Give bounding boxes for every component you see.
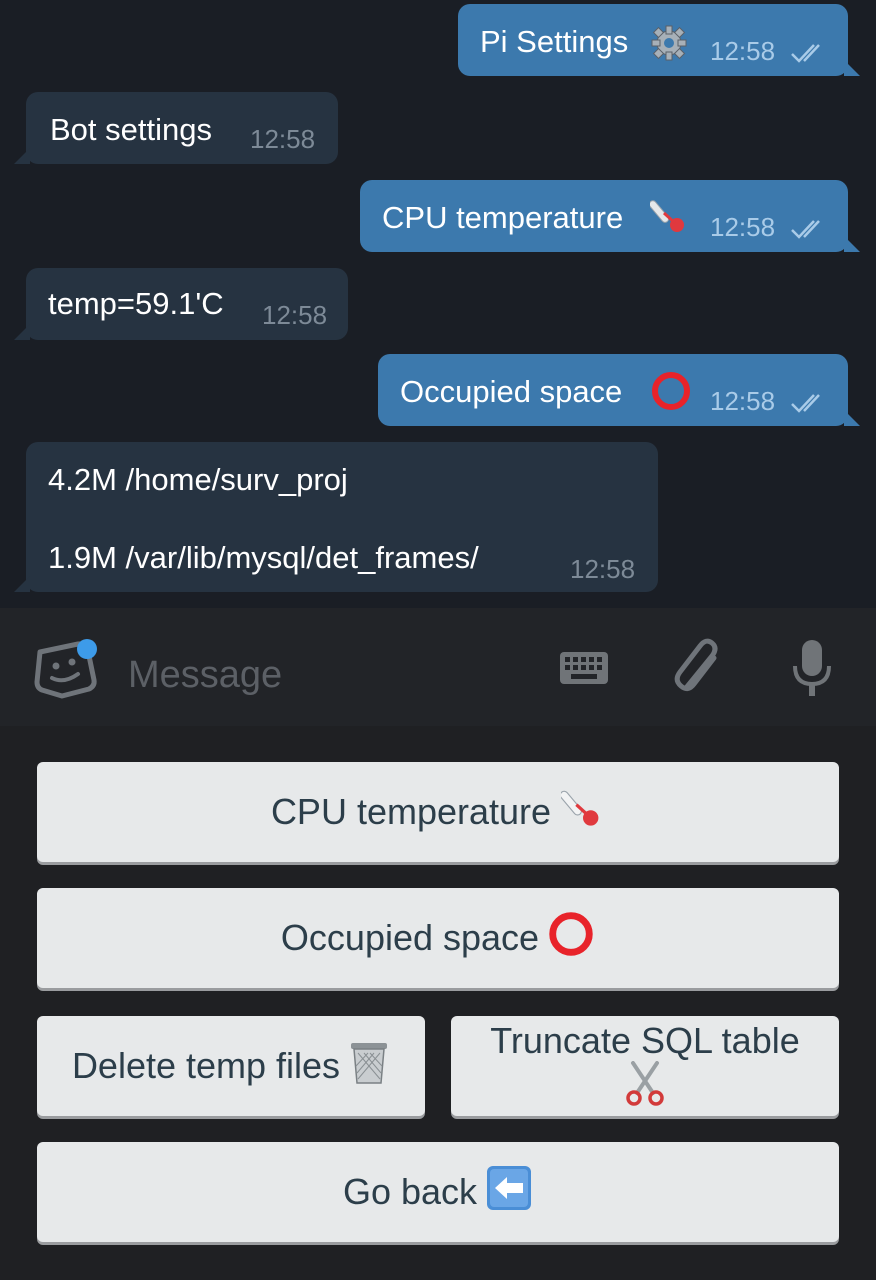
thermometer-icon bbox=[559, 786, 605, 839]
thermometer-icon bbox=[648, 196, 690, 244]
message-time: 12:58 bbox=[710, 36, 776, 66]
message-text: Bot settings bbox=[50, 112, 212, 147]
go-back-button[interactable]: Go back bbox=[37, 1142, 839, 1242]
red-circle-icon bbox=[650, 370, 692, 420]
chat-area[interactable]: Pi Settings 12:58 Bot settings 12:58 CPU… bbox=[0, 0, 876, 608]
message-line: 1.9M /var/lib/mysql/det_frames/ bbox=[48, 540, 479, 575]
message-text: Pi Settings bbox=[480, 24, 629, 59]
incoming-message[interactable]: temp=59.1'C 12:58 bbox=[14, 268, 348, 340]
message-line: 4.2M /home/surv_proj bbox=[48, 462, 348, 497]
read-checkmarks-icon bbox=[791, 44, 820, 63]
message-time: 12:58 bbox=[262, 300, 328, 330]
red-circle-icon bbox=[547, 910, 595, 967]
gear-icon bbox=[650, 24, 688, 70]
message-time: 12:58 bbox=[570, 554, 636, 584]
truncate-sql-table-button[interactable]: Truncate SQL table bbox=[451, 1016, 839, 1116]
outgoing-message[interactable]: Occupied space 12:58 bbox=[378, 354, 860, 426]
delete-temp-files-button[interactable]: Delete temp files bbox=[37, 1016, 425, 1116]
message-text: temp=59.1'C bbox=[48, 286, 224, 321]
message-input-bar: Message bbox=[0, 608, 876, 726]
bot-reply-keyboard: CPU temperature Occupied space Delete te… bbox=[0, 726, 876, 1280]
read-checkmarks-icon bbox=[791, 220, 820, 239]
read-checkmarks-icon bbox=[791, 394, 820, 413]
message-time: 12:58 bbox=[250, 124, 316, 154]
sticker-icon[interactable] bbox=[34, 638, 100, 707]
scissors-icon bbox=[623, 1060, 667, 1116]
message-text: Occupied space bbox=[400, 374, 623, 409]
button-label: CPU temperature bbox=[270, 791, 552, 832]
message-text: CPU temperature bbox=[382, 200, 624, 235]
outgoing-message[interactable]: CPU temperature 12:58 bbox=[360, 180, 860, 252]
button-label: Go back bbox=[342, 1171, 478, 1212]
wastebasket-icon bbox=[348, 1039, 390, 1094]
attach-icon[interactable] bbox=[672, 638, 728, 705]
message-time: 12:58 bbox=[710, 386, 776, 416]
left-arrow-icon bbox=[485, 1164, 533, 1221]
button-label: Delete temp files bbox=[71, 1045, 341, 1086]
button-label: Occupied space bbox=[280, 917, 540, 958]
button-label: Truncate SQL table bbox=[490, 1019, 800, 1061]
cpu-temperature-button[interactable]: CPU temperature bbox=[37, 762, 839, 862]
incoming-message[interactable]: 4.2M /home/surv_proj 1.9M /var/lib/mysql… bbox=[14, 442, 658, 592]
notification-dot bbox=[77, 639, 97, 659]
incoming-message[interactable]: Bot settings 12:58 bbox=[14, 92, 338, 164]
message-time: 12:58 bbox=[710, 212, 776, 242]
microphone-icon[interactable] bbox=[790, 638, 834, 705]
message-input[interactable]: Message bbox=[128, 654, 282, 697]
occupied-space-button[interactable]: Occupied space bbox=[37, 888, 839, 988]
outgoing-message[interactable]: Pi Settings 12:58 bbox=[458, 4, 860, 76]
keyboard-icon[interactable] bbox=[558, 648, 610, 693]
